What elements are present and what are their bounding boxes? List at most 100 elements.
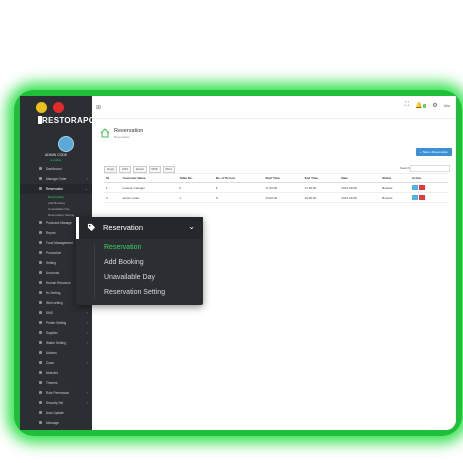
print-button[interactable]: Print — [162, 166, 175, 173]
col-customer[interactable]: Customer Name — [120, 173, 178, 183]
sidebar-item-sms[interactable]: SMS › — [20, 308, 92, 318]
col-status[interactable]: Status — [380, 173, 411, 183]
waiter-icon — [39, 341, 42, 344]
chevron-right-icon: › — [86, 176, 88, 181]
sidebar-item-security[interactable]: Security Set › — [20, 398, 92, 408]
chevron-right-icon: › — [86, 320, 88, 325]
submenu-line — [94, 243, 95, 299]
sliders-icon — [39, 291, 42, 294]
tag-icon — [39, 187, 42, 190]
take-reservation-button[interactable]: + Take a Reservation — [416, 148, 452, 156]
people-icon — [39, 281, 42, 284]
dashboard-icon — [39, 167, 42, 170]
brand-name: RESTORAPOS — [42, 116, 92, 125]
settings-icon[interactable]: ⚙ — [432, 102, 437, 109]
sidebar-item-modules[interactable]: Modules — [20, 368, 92, 378]
col-action: Action — [410, 173, 448, 183]
food-icon — [39, 241, 42, 244]
reservation-menu-title: Reservation — [103, 223, 144, 232]
sidebar-item-waiter[interactable]: Waiter Setting › — [20, 338, 92, 348]
minimize-dot[interactable] — [36, 102, 47, 113]
col-sl[interactable]: SL — [104, 173, 121, 183]
sidebar-item-message[interactable]: Message — [20, 418, 92, 428]
cart-icon — [39, 177, 42, 180]
col-table-no[interactable]: Table No. — [177, 173, 214, 183]
col-date[interactable]: Date — [339, 173, 381, 183]
table-header-row: SL Customer Name Table No. No. of Person… — [104, 173, 448, 183]
traffic-lights — [36, 102, 64, 113]
top-bar-icons: ⛶ 🔔1 ⚙ Uho — [405, 102, 450, 109]
chevron-right-icon: › — [86, 310, 88, 315]
copy-button[interactable]: Copy — [104, 166, 118, 173]
edit-icon[interactable] — [412, 185, 419, 190]
search-label: Search: — [400, 166, 411, 170]
reservation-menu-header[interactable]: Reservation ⌄ — [76, 217, 203, 239]
lock-icon — [39, 401, 42, 404]
delete-icon[interactable] — [419, 195, 426, 200]
chart-icon — [39, 231, 42, 234]
grid-icon[interactable]: ⊞ — [96, 104, 101, 111]
table-row: 1 prateek mahajan 5 5 17:00:00 17:30:00 … — [104, 182, 448, 193]
menu-item-unavailable-day[interactable]: Unavailable Day — [104, 274, 155, 281]
page-title: Reservation — [114, 128, 144, 134]
sidebar-item-role-permission[interactable]: Role Permission › — [20, 388, 92, 398]
chevron-down-icon: ⌄ — [84, 186, 88, 191]
gear-icon — [39, 261, 42, 264]
sidebar-item-manage-order[interactable]: Manage Order › — [20, 174, 92, 184]
menu-item-add-booking[interactable]: Add Booking — [104, 259, 144, 266]
chevron-right-icon: › — [86, 390, 88, 395]
delete-icon[interactable] — [419, 185, 426, 190]
sidebar-item-themes[interactable]: Themes — [20, 378, 92, 388]
sidebar-item-auto-update[interactable]: Auto Update — [20, 408, 92, 418]
user-menu[interactable]: Uho — [444, 104, 450, 108]
sidebar-item-addons[interactable]: Addons — [20, 348, 92, 358]
chevron-right-icon: › — [86, 400, 88, 405]
sidebar-item-supplier[interactable]: Supplier › — [20, 328, 92, 338]
box-icon — [39, 221, 42, 224]
col-start[interactable]: Start Time — [263, 173, 303, 183]
sms-icon — [39, 311, 42, 314]
col-persons[interactable]: No. of Person — [213, 173, 264, 183]
reservation-table: SL Customer Name Table No. No. of Person… — [104, 173, 448, 203]
sidebar-item-reservation[interactable]: Reservation ⌄ — [20, 184, 92, 194]
notification-badge: 1 — [422, 104, 427, 108]
modules-icon — [39, 371, 42, 374]
user-status: ● online — [50, 158, 62, 162]
chevron-right-icon: › — [86, 360, 88, 365]
shield-icon — [39, 391, 42, 394]
chevron-right-icon: › — [86, 330, 88, 335]
menu-item-reservation-setting[interactable]: Reservation Setting — [104, 289, 165, 296]
mail-icon — [39, 421, 42, 424]
sidebar-item-dashboard[interactable]: Dashboard — [20, 164, 92, 174]
factory-icon — [39, 251, 42, 254]
chevron-down-icon: ⌄ — [188, 222, 195, 231]
home-icon — [100, 128, 110, 138]
reservation-menu-popup: Reservation ⌄ Reservation Add Booking Un… — [76, 217, 203, 305]
menu-item-reservation[interactable]: Reservation — [104, 244, 141, 251]
col-end[interactable]: End Time — [302, 173, 340, 183]
top-bar: ⊞ ⛶ 🔔1 ⚙ Uho — [92, 96, 456, 119]
csv-button[interactable]: CSV — [119, 166, 132, 173]
sidebar-item-printer[interactable]: Printer Setting › — [20, 318, 92, 328]
user-name: ADMIN CODE — [44, 153, 68, 157]
truck-icon — [39, 331, 42, 334]
edit-icon[interactable] — [412, 195, 419, 200]
globe-icon — [39, 301, 42, 304]
printer-icon — [39, 321, 42, 324]
bell-icon[interactable]: 🔔1 — [415, 102, 427, 109]
tag-icon — [87, 223, 96, 232]
close-dot[interactable] — [53, 102, 64, 113]
brand-logo[interactable]: RESTORAPOS — [20, 114, 92, 128]
sidebar-item-zoom[interactable]: Zoom › — [20, 358, 92, 368]
breadcrumb[interactable]: Reservation — [114, 135, 130, 139]
row-actions — [410, 182, 448, 193]
fullscreen-icon[interactable]: ⛶ — [405, 102, 409, 109]
themes-icon — [39, 381, 42, 384]
avatar[interactable] — [58, 136, 74, 152]
search-input[interactable] — [410, 165, 450, 172]
excel-button[interactable]: Excel — [133, 166, 147, 173]
table-row: 2 admin codex 1 9 13:00:00 23:00:00 2021… — [104, 192, 448, 203]
chevron-right-icon: › — [86, 340, 88, 345]
pdf-button[interactable]: PDF — [148, 166, 161, 173]
addons-icon — [39, 351, 42, 354]
